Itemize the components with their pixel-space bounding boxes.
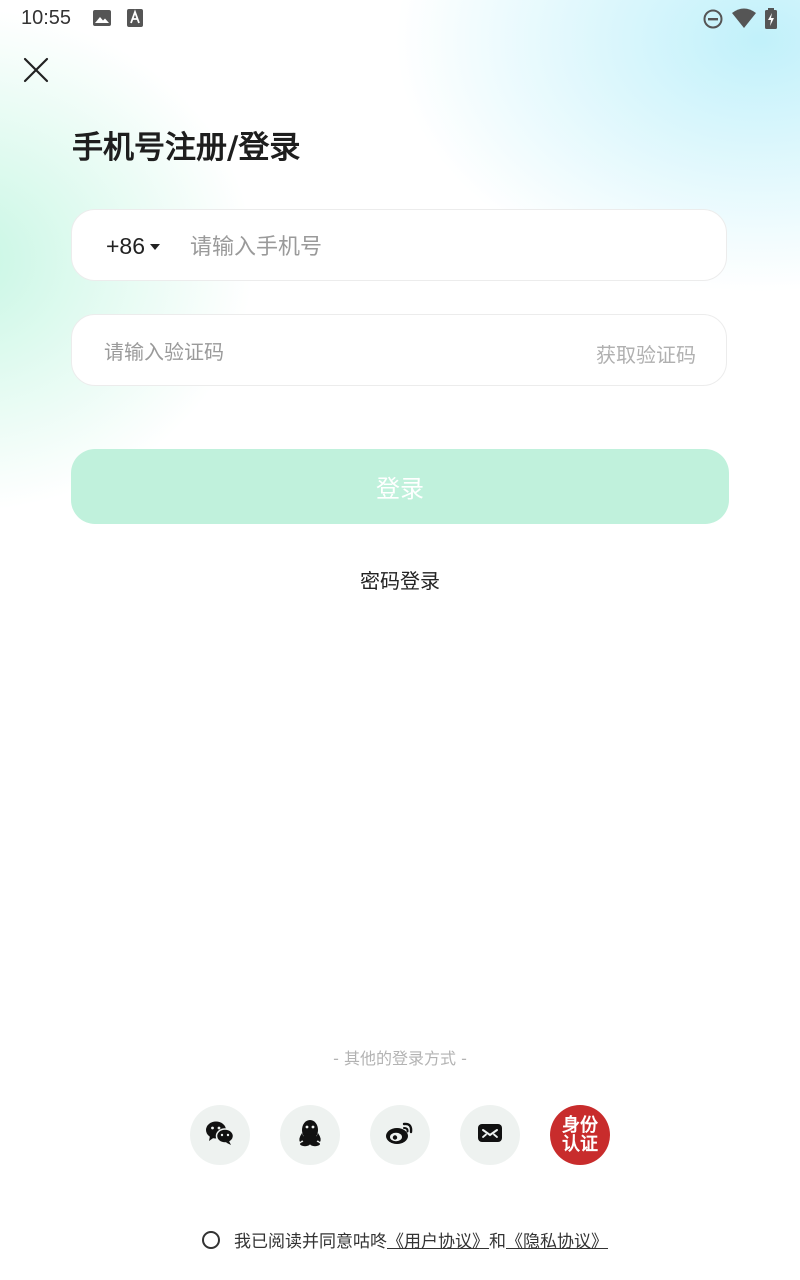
id-verify-button[interactable]: 身份 认证: [550, 1105, 610, 1165]
status-time: 10:55: [21, 7, 72, 29]
text-a-icon: [126, 8, 144, 32]
phone-field: +86: [71, 209, 727, 281]
qq-login-button[interactable]: [280, 1105, 340, 1165]
qq-icon: [297, 1119, 323, 1151]
verification-code-field: 获取验证码: [71, 314, 727, 386]
wifi-icon: [731, 8, 757, 34]
agreement-radio[interactable]: [202, 1230, 220, 1249]
password-login-link[interactable]: 密码登录: [360, 569, 440, 593]
page-title: 手机号注册/登录: [72, 130, 301, 166]
login-button[interactable]: 登录: [71, 449, 729, 524]
verification-code-input[interactable]: [102, 331, 526, 373]
agreement-row: 我已阅读并同意咕咚 《用户协议》 和 《隐私协议》: [202, 1227, 608, 1252]
agreement-prefix: 我已阅读并同意咕咚: [234, 1232, 387, 1252]
id-verify-label-bottom: 认证: [562, 1134, 598, 1155]
image-icon: [92, 8, 112, 32]
status-bar: 10:55: [0, 0, 800, 36]
user-agreement-link[interactable]: 《用户协议》: [387, 1227, 489, 1252]
privacy-agreement-link[interactable]: 《隐私协议》: [506, 1227, 608, 1252]
weibo-icon: [385, 1120, 415, 1150]
password-login-row: 密码登录: [0, 565, 800, 594]
get-code-button[interactable]: 获取验证码: [596, 339, 696, 368]
wechat-login-button[interactable]: [190, 1105, 250, 1165]
dnd-icon: [702, 8, 724, 34]
other-login-methods-title: - 其他的登录方式 -: [333, 1049, 467, 1068]
battery-charging-icon: [764, 8, 778, 34]
caret-down-icon[interactable]: [150, 244, 160, 250]
agreement-conjunction: 和: [489, 1232, 506, 1252]
wechat-icon: [205, 1120, 235, 1150]
mail-icon: [477, 1122, 503, 1148]
weibo-login-button[interactable]: [370, 1105, 430, 1165]
country-code-selector[interactable]: +86: [106, 233, 145, 260]
close-button[interactable]: [18, 52, 54, 88]
close-icon: [18, 57, 54, 92]
background-gradient: [0, 0, 800, 1280]
mail-login-button[interactable]: [460, 1105, 520, 1165]
phone-input[interactable]: [188, 224, 692, 270]
id-verify-label-top: 身份: [562, 1115, 598, 1136]
